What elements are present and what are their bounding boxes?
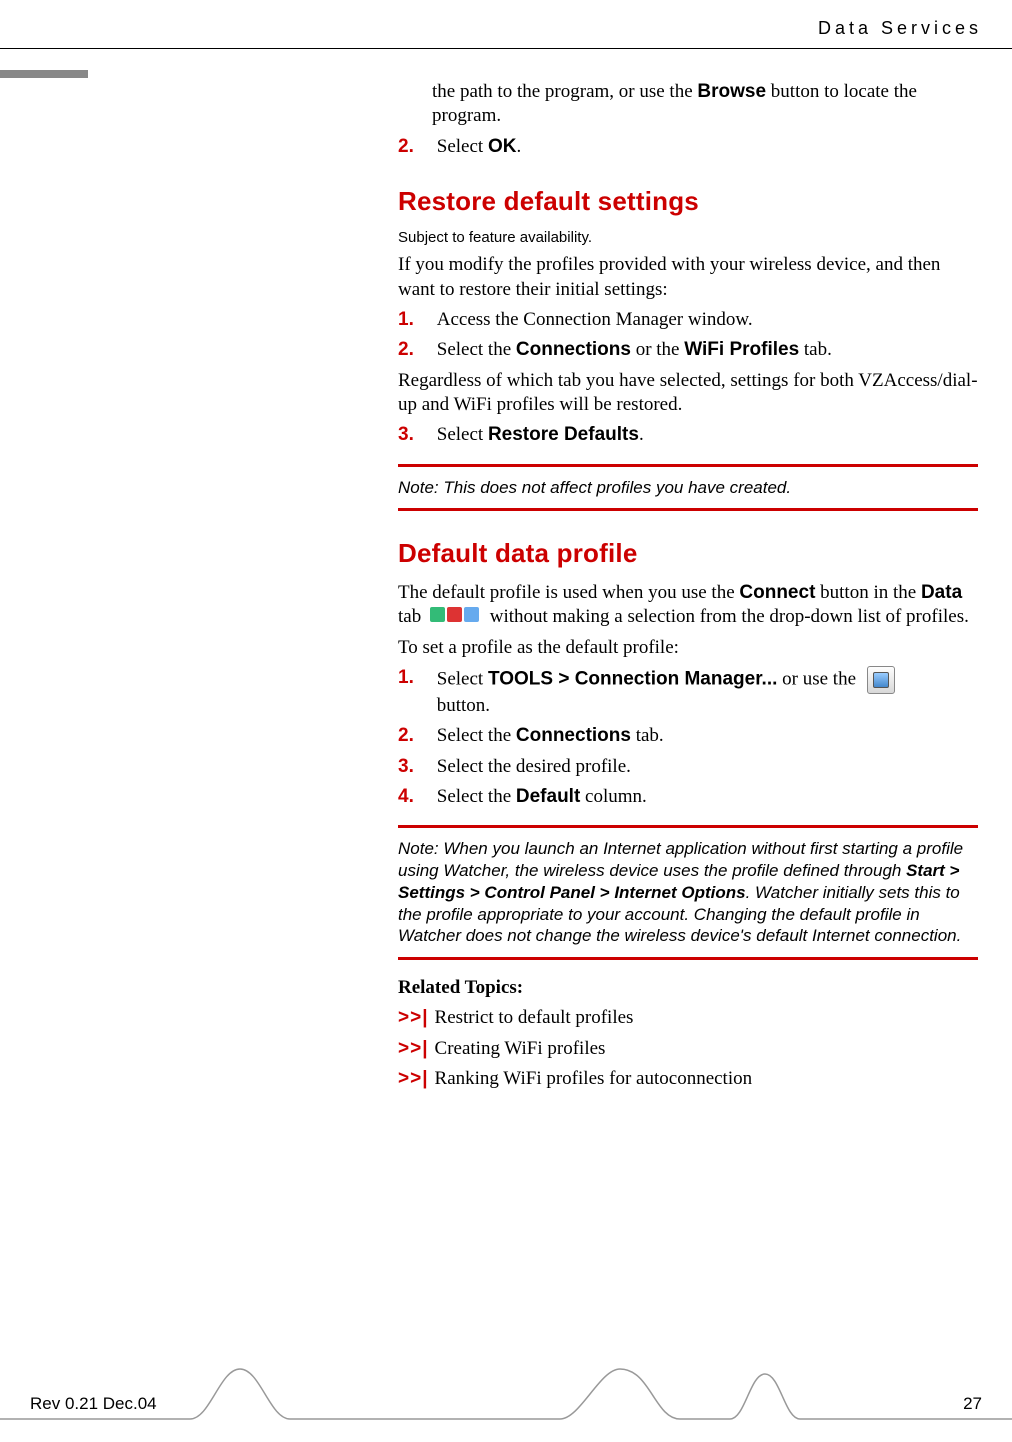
page-section-header: Data Services (818, 18, 982, 39)
monitor-icon (464, 607, 479, 622)
step-post: tab. (799, 339, 832, 360)
globe-icon (430, 607, 445, 622)
step-text: Access the Connection Manager window. (437, 308, 977, 332)
p1-mid2: tab (398, 606, 426, 627)
data-tab-icons (430, 605, 481, 629)
restore-step-3: 3. Select Restore Defaults. (398, 423, 978, 447)
step-pre: Select the (437, 339, 516, 360)
step-pre: Select (437, 424, 488, 445)
step-post: . (639, 424, 644, 445)
step-tail: button. (437, 695, 490, 716)
default-step-2: 2. Select the Connections tab. (398, 724, 978, 748)
related-topics-heading: Related Topics: (398, 976, 978, 1000)
ok-label: OK (488, 136, 517, 157)
header-rule (0, 48, 1012, 49)
footer-revision: Rev 0.21 Dec.04 (30, 1394, 157, 1414)
related-link-label: Creating WiFi profiles (435, 1038, 606, 1059)
tools-cm-label: TOOLS > Connection Manager... (488, 668, 777, 689)
step-pre: Select the (437, 725, 516, 746)
default-step-1: 1. Select TOOLS > Connection Manager... … (398, 666, 978, 718)
restore-intro: If you modify the profiles provided with… (398, 253, 978, 302)
intro-step-2: 2. Select OK. (398, 135, 978, 159)
step-number: 3. (398, 423, 432, 447)
step-number: 4. (398, 785, 432, 809)
signal-icon (447, 607, 462, 622)
note-text: Note: This does not affect profiles you … (398, 477, 978, 499)
note-text: Note: When you launch an Internet applic… (398, 838, 978, 947)
step-pre: Select (437, 668, 488, 689)
default-profile-p2: To set a profile as the default profile: (398, 636, 978, 660)
step-post: column. (580, 786, 647, 807)
step-post: or use the (777, 668, 860, 689)
connections-label: Connections (516, 339, 631, 360)
default-column-label: Default (516, 786, 580, 807)
restore-step-2: 2. Select the Connections or the WiFi Pr… (398, 338, 978, 362)
link-marker-icon: >>| (398, 1007, 429, 1028)
connection-manager-button-icon (867, 666, 895, 694)
step-text: Select the desired profile. (437, 755, 977, 779)
p1-pre: The default profile is used when you use… (398, 582, 739, 603)
intro-text-a: the path to the program, or use the (432, 81, 697, 102)
p1-post: without making a selection from the drop… (485, 606, 969, 627)
restore-step-2-sub: Regardless of which tab you have selecte… (398, 369, 978, 418)
heading-restore: Restore default settings (398, 185, 978, 218)
restore-step-1: 1. Access the Connection Manager window. (398, 308, 978, 332)
restore-note: Note: This does not affect profiles you … (398, 464, 978, 512)
connect-label: Connect (739, 582, 815, 603)
side-tab-marker (0, 70, 88, 78)
step-number: 3. (398, 755, 432, 779)
step-mid: or the (631, 339, 684, 360)
default-profile-p1: The default profile is used when you use… (398, 581, 978, 630)
step-text-post: . (516, 136, 521, 157)
intro-continued: the path to the program, or use the Brow… (432, 80, 978, 129)
default-step-4: 4. Select the Default column. (398, 785, 978, 809)
step-number: 1. (398, 308, 432, 332)
related-link-2[interactable]: >>| Creating WiFi profiles (398, 1037, 978, 1061)
p1-mid1: button in the (815, 582, 921, 603)
main-content: the path to the program, or use the Brow… (398, 80, 978, 1097)
note-pre: Note: When you launch an Internet applic… (398, 839, 963, 880)
connections-tab-label: Connections (516, 725, 631, 746)
wifi-profiles-label: WiFi Profiles (684, 339, 799, 360)
related-link-label: Restrict to default profiles (435, 1007, 634, 1028)
related-link-1[interactable]: >>| Restrict to default profiles (398, 1006, 978, 1030)
restore-subnote: Subject to feature availability. (398, 228, 978, 247)
heading-default-profile: Default data profile (398, 537, 978, 570)
link-marker-icon: >>| (398, 1068, 429, 1089)
step-number: 1. (398, 666, 432, 690)
step-pre: Select the (437, 786, 516, 807)
related-link-3[interactable]: >>| Ranking WiFi profiles for autoconnect… (398, 1067, 978, 1091)
link-marker-icon: >>| (398, 1038, 429, 1059)
step-post: tab. (631, 725, 664, 746)
related-link-label: Ranking WiFi profiles for autoconnection (435, 1068, 753, 1089)
step-number: 2. (398, 135, 432, 159)
default-step-3: 3. Select the desired profile. (398, 755, 978, 779)
restore-defaults-label: Restore Defaults (488, 424, 639, 445)
browse-label: Browse (697, 81, 766, 102)
step-number: 2. (398, 338, 432, 362)
step-text-pre: Select (437, 136, 488, 157)
default-profile-note: Note: When you launch an Internet applic… (398, 825, 978, 960)
footer-page-number: 27 (963, 1394, 982, 1414)
data-tab-label: Data (921, 582, 962, 603)
step-number: 2. (398, 724, 432, 748)
